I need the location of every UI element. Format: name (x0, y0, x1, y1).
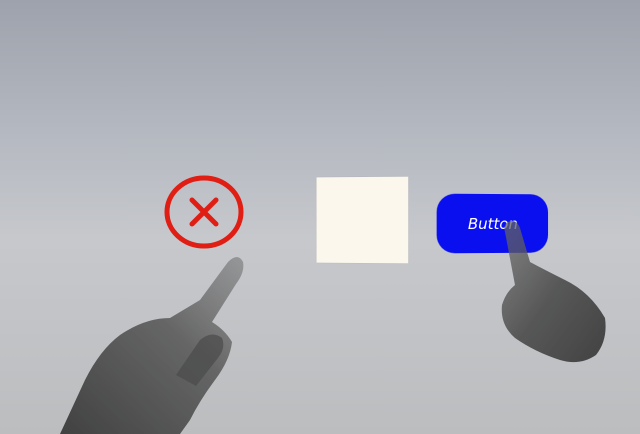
button-label: Button (467, 214, 518, 233)
close-icon[interactable] (163, 173, 245, 251)
blank-panel[interactable] (316, 176, 409, 264)
xr-scene: Button (0, 0, 640, 434)
button[interactable]: Button (436, 193, 549, 254)
